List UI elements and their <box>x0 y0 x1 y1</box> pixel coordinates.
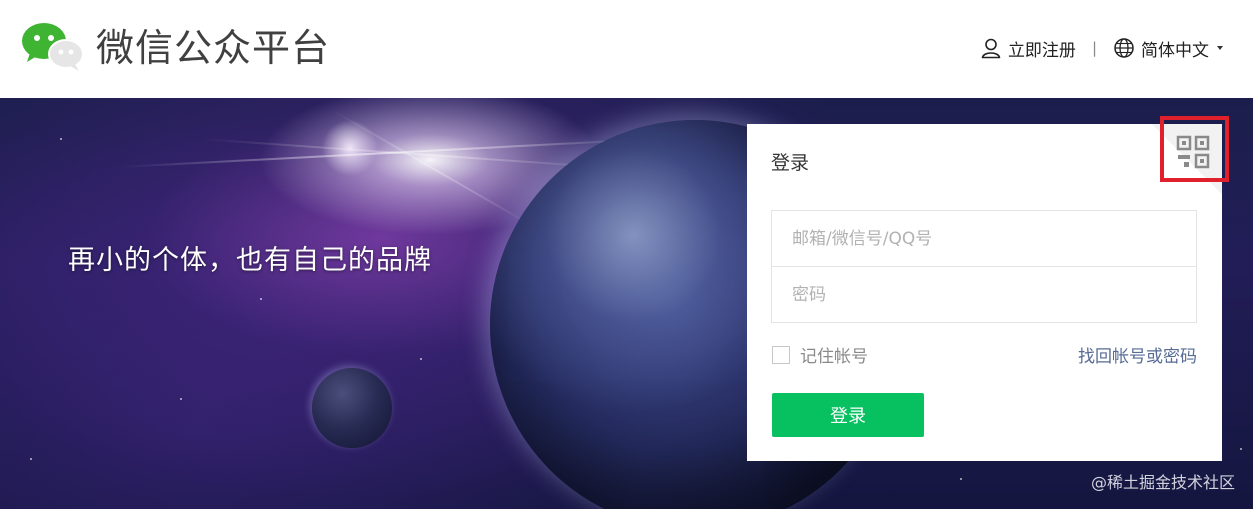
login-button[interactable]: 登录 <box>772 393 924 437</box>
password-field[interactable] <box>771 266 1197 323</box>
header-actions: 立即注册 | 简体中文 <box>980 33 1223 63</box>
star <box>180 398 182 400</box>
star <box>60 138 62 140</box>
login-panel: 登录 记住帐号 找回帐号或密码 登录 <box>747 124 1222 461</box>
star <box>30 458 32 460</box>
register-link[interactable]: 立即注册 <box>980 36 1076 61</box>
wechat-logo[interactable] <box>20 20 84 76</box>
password-input[interactable] <box>792 267 1196 322</box>
planet-small <box>312 368 392 448</box>
qr-highlight-box <box>1160 116 1229 182</box>
star <box>260 298 262 300</box>
star <box>960 478 962 480</box>
remember-checkbox[interactable] <box>772 345 790 364</box>
remember-label: 记住帐号 <box>800 347 868 367</box>
user-icon <box>981 38 1001 59</box>
forgot-account-link[interactable]: 找回帐号或密码 <box>1078 342 1197 367</box>
banner-slogan: 再小的个体，也有自己的品牌 <box>68 245 432 276</box>
watermark: @稀土掘金技术社区 <box>1090 473 1235 492</box>
language-label: 简体中文 <box>1141 40 1209 61</box>
login-title: 登录 <box>771 152 810 174</box>
header-divider: | <box>1091 39 1097 57</box>
star <box>420 358 422 360</box>
remember-account[interactable]: 记住帐号 <box>772 342 868 367</box>
language-selector[interactable]: 简体中文 <box>1113 36 1223 61</box>
star <box>1240 448 1242 450</box>
brand-title: 微信公众平台 <box>96 26 331 70</box>
account-field[interactable] <box>771 210 1197 267</box>
globe-icon <box>1114 38 1134 58</box>
light-ray <box>329 108 539 230</box>
top-header: 微信公众平台 立即注册 | 简体中文 <box>0 0 1253 98</box>
register-label: 立即注册 <box>1007 40 1076 61</box>
caret-down-icon <box>1217 46 1223 50</box>
account-input[interactable] <box>792 211 1196 266</box>
